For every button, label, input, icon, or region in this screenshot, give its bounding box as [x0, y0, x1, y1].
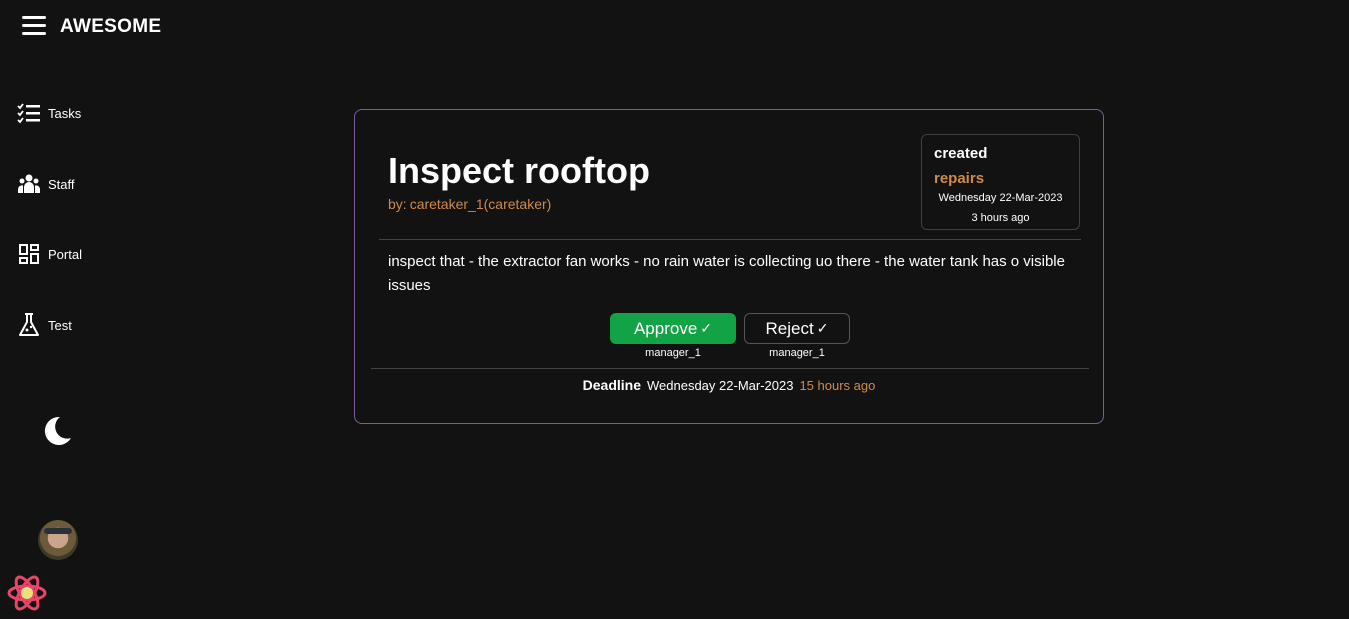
divider — [379, 239, 1081, 240]
reject-user: manager_1 — [769, 347, 825, 359]
deadline-label: Deadline — [582, 377, 641, 393]
created-date: Wednesday 22-Mar-2023 — [938, 192, 1063, 204]
task-description: inspect that - the extractor fan works -… — [388, 253, 1065, 294]
sidebar-item-staff[interactable]: Staff — [16, 171, 75, 197]
divider — [371, 368, 1089, 369]
task-author: by: caretaker_1(caretaker) — [388, 196, 551, 212]
tasks-checklist-icon — [16, 100, 42, 126]
task-status-box: created repairs Wednesday 22-Mar-2023 3 … — [921, 134, 1080, 230]
sidebar-item-label: Test — [48, 317, 72, 333]
dark-mode-moon-icon[interactable] — [40, 414, 74, 448]
sidebar-item-label: Portal — [48, 246, 82, 262]
portal-dashboard-icon — [16, 241, 42, 267]
check-icon: ✓ — [816, 320, 829, 336]
sidebar-item-label: Staff — [48, 176, 75, 192]
approve-user: manager_1 — [645, 347, 701, 359]
staff-group-icon — [16, 171, 42, 197]
sidebar-item-portal[interactable]: Portal — [16, 241, 82, 267]
app-title: AWESOME — [60, 16, 162, 37]
deadline-date: Wednesday 22-Mar-2023 — [647, 378, 794, 393]
approve-button[interactable]: Approve ✓ — [610, 313, 736, 344]
user-avatar[interactable] — [38, 520, 78, 560]
task-card: Inspect rooftop by: caretaker_1(caretaker… — [354, 109, 1104, 424]
reject-label: Reject — [765, 318, 814, 338]
author-prefix: by: — [388, 196, 407, 212]
react-logo-icon — [6, 572, 48, 614]
status-badge: created — [934, 145, 988, 162]
sidebar-item-label: Tasks — [48, 105, 82, 121]
deadline-row: Deadline Wednesday 22-Mar-2023 15 hours ag… — [355, 377, 1103, 393]
flask-icon — [16, 312, 42, 338]
author-name: caretaker_1(caretaker) — [409, 196, 552, 212]
reject-button[interactable]: Reject ✓ — [744, 313, 850, 344]
menu-hamburger-icon[interactable] — [22, 16, 46, 38]
sidebar-item-tasks[interactable]: Tasks — [16, 100, 81, 126]
check-icon: ✓ — [700, 320, 713, 336]
top-bar: AWESOME — [0, 0, 1349, 56]
task-title: Inspect rooftop — [388, 150, 650, 191]
created-ago: 3 hours ago — [971, 212, 1030, 224]
deadline-ago: 15 hours ago — [799, 378, 876, 393]
task-category: repairs — [934, 170, 985, 187]
approve-label: Approve — [633, 318, 698, 338]
sidebar-item-test[interactable]: Test — [16, 312, 72, 338]
